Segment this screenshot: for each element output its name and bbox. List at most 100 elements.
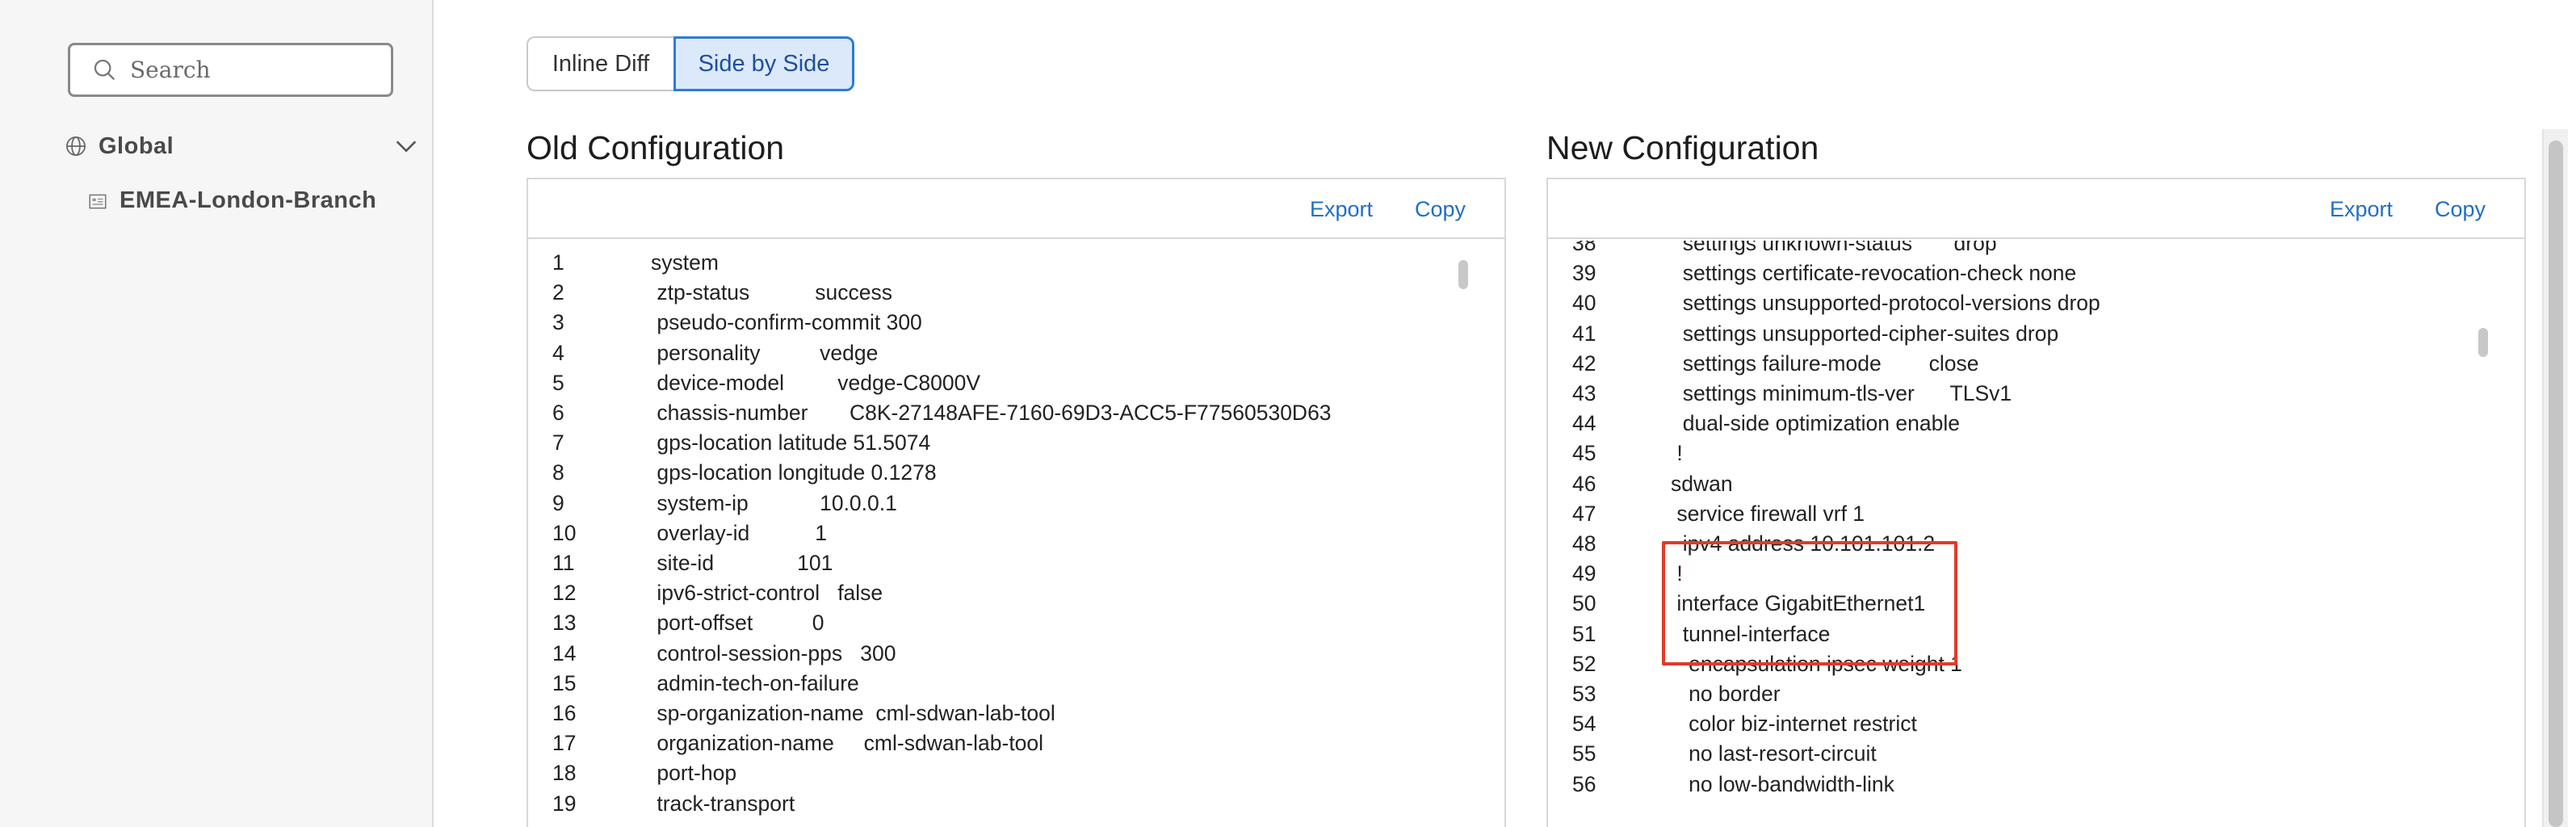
line-text: settings minimum-tls-ver TLSv1 [1671, 381, 2012, 405]
line-text: organization-name cml-sdwan-lab-tool [651, 731, 1044, 756]
line-number: 49 [1572, 561, 1596, 586]
new-copy-button[interactable]: Copy [2435, 197, 2486, 222]
code-line: 40 settings unsupported-protocol-version… [1548, 291, 2469, 321]
code-line: 16 sp-organization-name cml-sdwan-lab-to… [528, 701, 1449, 731]
line-text: gps-location latitude 51.5074 [651, 430, 931, 455]
line-text: ! [1671, 441, 1683, 466]
line-number: 15 [552, 670, 577, 695]
chevron-down-icon[interactable] [392, 132, 420, 160]
line-text: port-hop [651, 761, 737, 786]
page-scrollbar[interactable] [2542, 129, 2568, 827]
line-text: chassis-number C8K-27148AFE-7160-69D3-AC… [651, 401, 1332, 425]
line-number: 55 [1572, 741, 1596, 766]
code-line: 42 settings failure-mode close [1548, 351, 2469, 381]
line-text: ipv6-strict-control false [651, 581, 883, 606]
line-number: 41 [1572, 321, 1596, 346]
line-text: settings unsupported-cipher-suites drop [1671, 321, 2059, 346]
code-line: 45 ! [1548, 441, 2469, 471]
line-text: no border [1671, 682, 1781, 706]
page-scrollbar-thumb[interactable] [2549, 141, 2563, 827]
code-line: 47 service firewall vrf 1 [1548, 502, 2469, 531]
line-text: settings unsupported-protocol-versions d… [1671, 291, 2100, 316]
line-text: settings unknown-status drop [1671, 241, 1997, 255]
side-by-side-button[interactable]: Side by Side [673, 36, 854, 91]
line-number: 47 [1572, 501, 1596, 526]
line-text: track-transport [651, 791, 795, 816]
line-text: personality vedge [651, 340, 879, 365]
line-number: 53 [1572, 682, 1596, 706]
line-number: 19 [552, 791, 577, 816]
code-line: 17 organization-name cml-sdwan-lab-tool [528, 731, 1449, 761]
old-config-panel: Export Copy 19 track-transport 18 port-ho… [527, 178, 1506, 827]
line-number: 8 [552, 460, 564, 485]
code-line: 39 settings certificate-revocation-check… [1548, 261, 2469, 291]
line-number: 39 [1572, 261, 1596, 286]
line-number: 6 [552, 401, 564, 425]
line-number: 52 [1572, 651, 1596, 676]
search-icon [94, 59, 115, 80]
line-text: sdwan [1671, 471, 1733, 496]
line-number: 9 [552, 490, 564, 515]
new-export-button[interactable]: Export [2330, 197, 2393, 222]
code-line: 4 personality vedge [528, 341, 1449, 371]
code-line: 5 device-model vedge-C8000V [528, 371, 1449, 401]
line-number: 56 [1572, 771, 1596, 796]
line-text: settings failure-mode close [1671, 351, 1979, 376]
old-config-title: Old Configuration [527, 129, 785, 166]
search-input[interactable] [130, 57, 372, 83]
change-highlight-box [1662, 541, 1957, 665]
line-text: admin-tech-on-failure [651, 670, 859, 695]
new-config-code[interactable]: 56 no low-bandwidth-link 55 no last-resor… [1548, 241, 2524, 827]
code-line: 19 track-transport [528, 791, 1449, 821]
code-line: 53 no border [1548, 682, 2469, 712]
line-text: no low-bandwidth-link [1671, 771, 1894, 796]
line-number: 10 [552, 520, 577, 545]
line-number: 50 [1572, 591, 1596, 616]
line-number: 13 [552, 611, 577, 636]
code-line: 55 no last-resort-circuit [1548, 741, 2469, 771]
nav-item-emea-london-branch-label: EMEA-London-Branch [120, 187, 377, 213]
line-text: ztp-status success [651, 280, 892, 305]
line-number: 3 [552, 310, 564, 335]
site-icon [89, 194, 107, 208]
old-copy-button[interactable]: Copy [1415, 197, 1466, 222]
line-text: system [651, 250, 719, 275]
line-number: 18 [552, 761, 577, 786]
line-text: sp-organization-name cml-sdwan-lab-tool [651, 701, 1055, 725]
code-line: 43 settings minimum-tls-ver TLSv1 [1548, 381, 2469, 411]
sidebar: Global EMEA-London-Branch [0, 0, 434, 827]
line-number: 11 [552, 551, 575, 575]
old-config-code[interactable]: 19 track-transport 18 port-hop 17 organiza… [528, 241, 1504, 827]
code-line: 41 settings unsupported-cipher-suites dr… [1548, 321, 2469, 351]
nav-item-emea-london-branch[interactable]: EMEA-London-Branch [87, 187, 376, 214]
line-text: system-ip 10.0.0.1 [651, 490, 897, 515]
old-export-button[interactable]: Export [1310, 197, 1373, 222]
line-text: site-id 101 [651, 551, 833, 575]
search-box[interactable] [68, 43, 393, 97]
inline-diff-button[interactable]: Inline Diff [527, 36, 673, 91]
line-number: 46 [1572, 471, 1596, 496]
line-number: 4 [552, 340, 564, 365]
line-number: 40 [1572, 291, 1596, 316]
nav-item-global[interactable]: Global [65, 128, 420, 165]
line-text: dual-side optimization enable [1671, 411, 1960, 436]
line-number: 43 [1572, 381, 1596, 405]
code-line: 54 color biz-internet restrict [1548, 712, 2469, 741]
new-code-scroll-thumb[interactable] [2478, 328, 2488, 357]
code-line: 13 port-offset 0 [528, 611, 1449, 640]
code-line: 11 site-id 101 [528, 551, 1449, 581]
line-number: 1 [552, 250, 564, 275]
globe-icon [66, 136, 86, 156]
code-line: 12 ipv6-strict-control false [528, 581, 1449, 611]
line-number: 54 [1572, 712, 1596, 737]
line-text: service firewall vrf 1 [1671, 501, 1865, 526]
code-line: 18 port-hop [528, 761, 1449, 791]
line-number: 17 [552, 731, 577, 756]
line-number: 44 [1572, 411, 1596, 436]
line-number: 42 [1572, 351, 1596, 376]
old-code-scroll-thumb[interactable] [1458, 260, 1468, 289]
line-text: device-model vedge-C8000V [651, 370, 981, 395]
line-number: 16 [552, 701, 577, 725]
old-config-toolbar: Export Copy [528, 179, 1504, 239]
line-number: 38 [1572, 241, 1596, 255]
